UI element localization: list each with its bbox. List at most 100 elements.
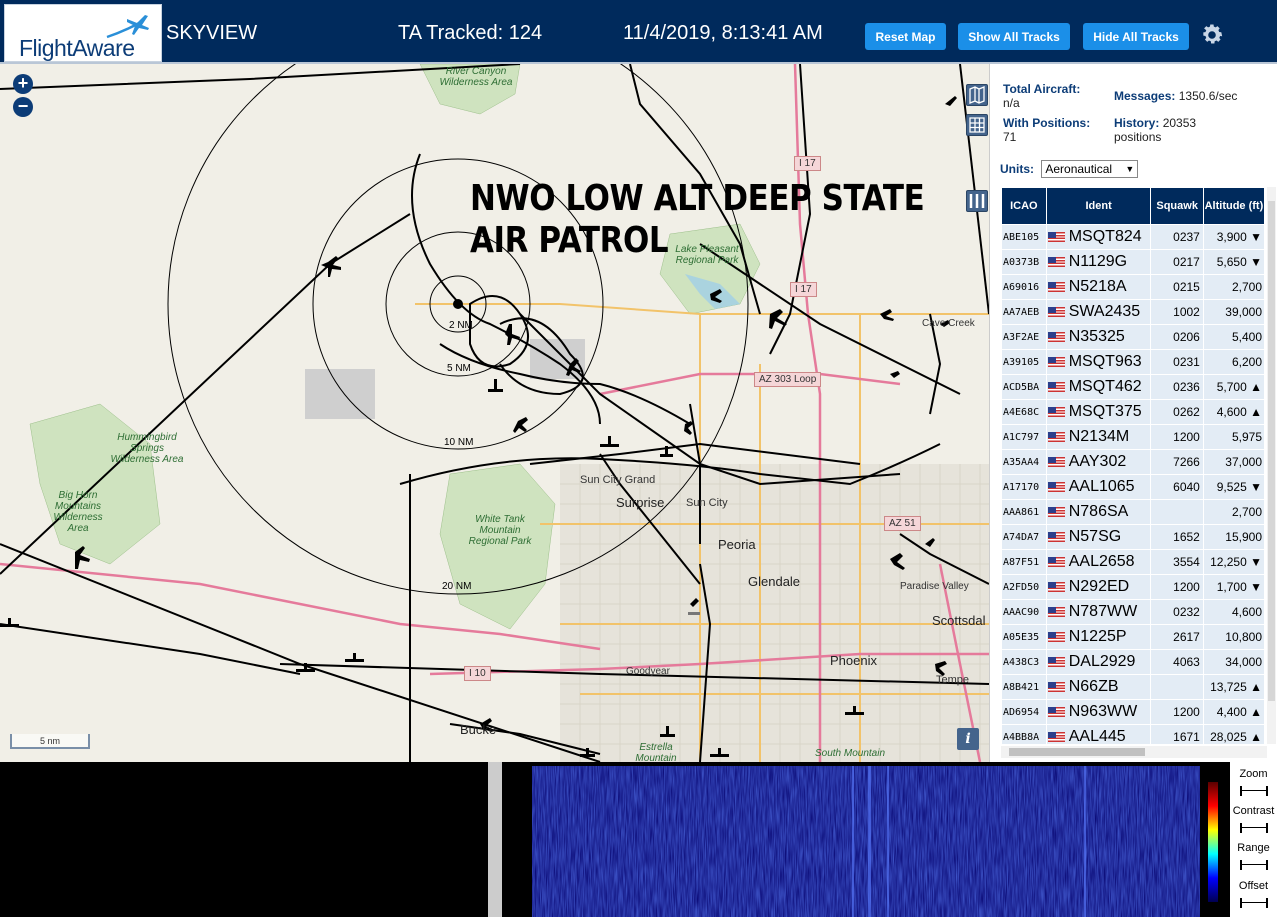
table-row[interactable]: ABE105 MSQT824 0237 3,900 ▼	[1002, 225, 1264, 249]
range-ring-label: 20 NM	[442, 581, 472, 592]
units-select[interactable]: Aeronautical ▼	[1041, 160, 1139, 178]
cell-ident: MSQT462	[1046, 375, 1151, 399]
offset-label: Offset	[1238, 880, 1269, 892]
gear-icon[interactable]	[1199, 22, 1225, 48]
cell-altitude: 15,900	[1203, 525, 1264, 549]
cell-squawk	[1151, 500, 1203, 524]
scrollbar-thumb[interactable]	[1268, 201, 1275, 701]
table-row[interactable]: A4BB8A AAL445 1671 28,025 ▲	[1002, 725, 1264, 744]
cell-icao: A69016	[1002, 275, 1046, 299]
cell-squawk: 1002	[1151, 300, 1203, 324]
grid-icon[interactable]	[966, 114, 988, 136]
cell-altitude: 39,000	[1203, 300, 1264, 324]
cell-squawk: 0215	[1151, 275, 1203, 299]
zoom-out-button[interactable]: −	[13, 97, 33, 117]
hide-all-tracks-button[interactable]: Hide All Tracks	[1083, 23, 1189, 50]
us-flag-icon	[1047, 631, 1065, 642]
spectrum-panel: Zoom Contrast Range Offset	[0, 762, 1277, 917]
cell-altitude: 37,000	[1203, 450, 1264, 474]
cell-altitude: 3,900 ▼	[1203, 225, 1264, 249]
contrast-slider[interactable]	[1240, 823, 1268, 833]
waterfall-display[interactable]	[532, 766, 1200, 917]
col-ident[interactable]: Ident	[1046, 188, 1151, 224]
col-icao[interactable]: ICAO	[1002, 188, 1046, 224]
table-row[interactable]: A39105 MSQT963 0231 6,200	[1002, 350, 1264, 374]
table-row[interactable]: A2FD50 N292ED 1200 1,700 ▼	[1002, 575, 1264, 599]
ident-text: N35325	[1068, 328, 1125, 345]
cell-ident: N5218A	[1046, 275, 1151, 299]
table-row[interactable]: A17170 AAL1065 6040 9,525 ▼	[1002, 475, 1264, 499]
reset-map-button[interactable]: Reset Map	[865, 23, 946, 50]
ident-text: N2134M	[1068, 428, 1130, 445]
cell-ident: N2134M	[1046, 425, 1151, 449]
table-row[interactable]: A69016 N5218A 0215 2,700	[1002, 275, 1264, 299]
us-flag-icon	[1047, 256, 1065, 267]
ident-text: N963WW	[1068, 703, 1138, 720]
cell-icao: ABE105	[1002, 225, 1046, 249]
table-row[interactable]: A1C797 N2134M 1200 5,975	[1002, 425, 1264, 449]
us-flag-icon	[1047, 656, 1065, 667]
ident-text: MSQT963	[1068, 353, 1142, 370]
place-river-canyon: River Canyon Wilderness Area	[439, 66, 513, 88]
col-squawk[interactable]: Squawk	[1151, 188, 1203, 224]
table-row[interactable]: A3F2AE N35325 0206 5,400	[1002, 325, 1264, 349]
ident-text: AAL445	[1068, 728, 1126, 744]
table-horizontal-scrollbar[interactable]	[1001, 746, 1267, 758]
zoom-slider[interactable]	[1240, 786, 1268, 796]
aircraft-table-container[interactable]: ICAO Ident Squawk Altitude (ft) ABE105 MS…	[1001, 187, 1265, 744]
table-row[interactable]: AD6954 N963WW 1200 4,400 ▲	[1002, 700, 1264, 724]
table-row[interactable]: A05E35 N1225P 2617 10,800	[1002, 625, 1264, 649]
range-slider[interactable]	[1240, 860, 1268, 870]
table-row[interactable]: A0373B N1129G 0217 5,650 ▼	[1002, 250, 1264, 274]
range-label: Range	[1237, 842, 1270, 854]
ident-text: AAL2658	[1068, 553, 1135, 570]
flightaware-logo[interactable]: FlightAware	[4, 4, 162, 62]
info-button[interactable]: i	[957, 728, 979, 750]
table-row[interactable]: A438C3 DAL2929 4063 34,000	[1002, 650, 1264, 674]
dropdown-arrow-icon: ▼	[1125, 164, 1135, 174]
table-row[interactable]: AAA861 N786SA 2,700	[1002, 500, 1264, 524]
table-row[interactable]: AA7AEB SWA2435 1002 39,000	[1002, 300, 1264, 324]
table-row[interactable]: AAAC90 N787WW 0232 4,600	[1002, 600, 1264, 624]
overlay-caption: NWO LOW ALT DEEP STATE AIR PATROL	[470, 178, 925, 262]
aircraft-panel: Total Aircraft: n/a With Positions: 71 M…	[989, 64, 1277, 762]
table-vertical-scrollbar[interactable]	[1267, 187, 1276, 744]
ident-text: N57SG	[1068, 528, 1122, 545]
highway-shield: AZ 51	[884, 516, 921, 531]
col-altitude[interactable]: Altitude (ft)	[1203, 188, 1264, 224]
cell-icao: A3F2AE	[1002, 325, 1046, 349]
table-row[interactable]: A74DA7 N57SG 1652 15,900	[1002, 525, 1264, 549]
scrollbar-thumb[interactable]	[1009, 748, 1145, 756]
show-all-tracks-button[interactable]: Show All Tracks	[958, 23, 1070, 50]
panel-divider[interactable]	[488, 762, 502, 917]
with-positions-label: With Positions:	[1003, 116, 1091, 130]
table-row[interactable]: A4E68C MSQT375 0262 4,600 ▲	[1002, 400, 1264, 424]
columns-icon[interactable]	[966, 190, 988, 212]
caption-line-1: NWO LOW ALT DEEP STATE	[470, 178, 925, 219]
table-row[interactable]: A35AA4 AAY302 7266 37,000	[1002, 450, 1264, 474]
ident-text: N292ED	[1068, 578, 1130, 595]
ident-text: MSQT375	[1068, 403, 1142, 420]
ident-text: N787WW	[1068, 603, 1138, 620]
cell-ident: N786SA	[1046, 500, 1151, 524]
cell-altitude: 10,800	[1203, 625, 1264, 649]
place-tempe: Tempe	[936, 674, 970, 686]
aircraft-table: ICAO Ident Squawk Altitude (ft) ABE105 MS…	[1001, 187, 1265, 744]
place-paradise-valley: Paradise Valley	[900, 581, 969, 592]
offset-slider[interactable]	[1240, 898, 1268, 908]
place-goodyear: Goodyear	[626, 666, 670, 677]
us-flag-icon	[1047, 356, 1065, 367]
cell-squawk: 0237	[1151, 225, 1203, 249]
zoom-in-button[interactable]: +	[13, 74, 33, 94]
table-row[interactable]: ACD5BA MSQT462 0236 5,700 ▲	[1002, 375, 1264, 399]
map-view[interactable]: River Canyon Wilderness Area Lake Pleasa…	[0, 64, 989, 762]
units-row: Units: Aeronautical ▼	[1000, 160, 1139, 178]
top-bar: FlightAware SKYVIEW TA Tracked: 124 11/4…	[0, 0, 1277, 64]
us-flag-icon	[1047, 456, 1065, 467]
map-layers-icon[interactable]	[966, 84, 988, 106]
us-flag-icon	[1047, 481, 1065, 492]
table-row[interactable]: A87F51 AAL2658 3554 12,250 ▼	[1002, 550, 1264, 574]
table-row[interactable]: A8B421 N66ZB 13,725 ▲	[1002, 675, 1264, 699]
cell-squawk: 0262	[1151, 400, 1203, 424]
place-scottsdale: Scottsdal	[932, 613, 986, 628]
